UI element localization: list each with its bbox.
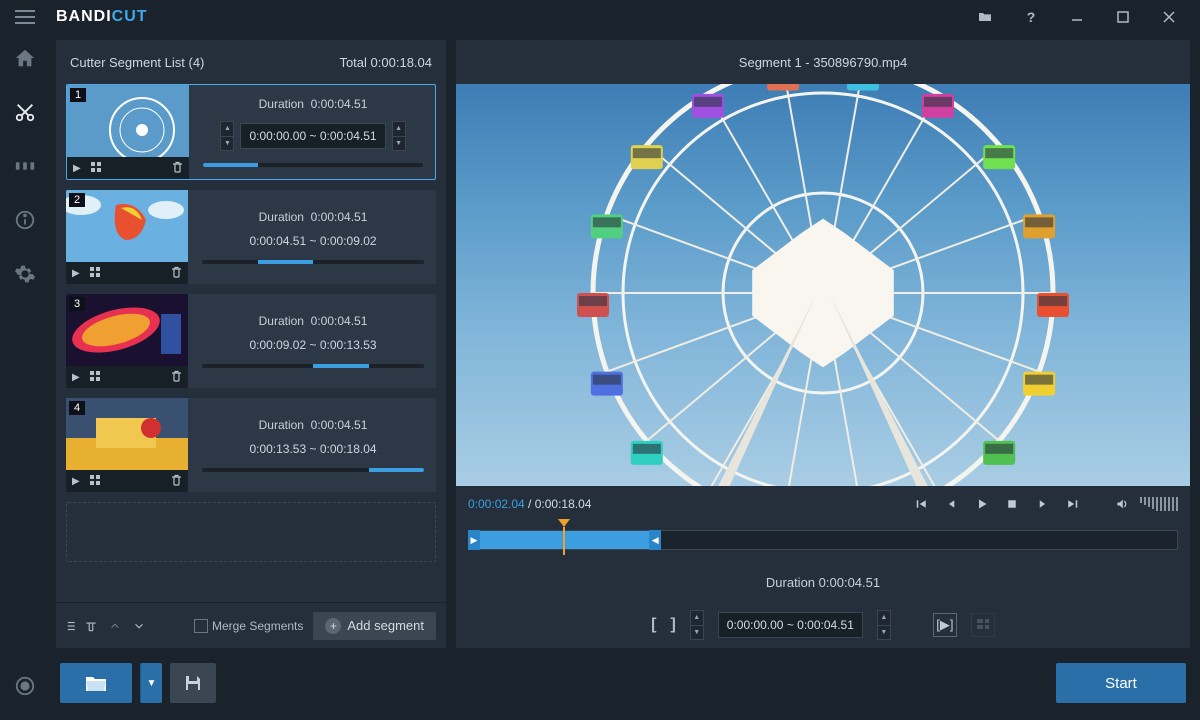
segment-item[interactable]: 2 ▶ Duration 0:00:04.51 0:00:04.51 ~ 0:0… xyxy=(66,190,436,284)
segment-item[interactable]: 1 ▶ Duration 0:00:04.51 ▲▼ 0:00:00.00 ~ … xyxy=(66,84,436,180)
maximize-button[interactable] xyxy=(1100,0,1146,34)
start-spinner[interactable]: ▲▼ xyxy=(690,610,704,640)
play-icon[interactable] xyxy=(970,492,994,516)
add-segment-button[interactable]: +Add segment xyxy=(313,612,436,640)
segment-play-icon[interactable]: ▶ xyxy=(72,476,80,487)
settings-icon[interactable] xyxy=(9,258,41,290)
open-file-button[interactable] xyxy=(60,663,132,703)
app-logo: BANDICUT xyxy=(56,8,148,26)
segment-position-bar xyxy=(202,260,424,264)
end-spinner[interactable]: ▲▼ xyxy=(877,610,891,640)
segment-grid-icon[interactable] xyxy=(91,162,101,175)
segment-list-title: Cutter Segment List (4) xyxy=(70,55,339,70)
volume-level[interactable] xyxy=(1140,497,1178,511)
home-icon[interactable] xyxy=(9,42,41,74)
open-dropdown-button[interactable]: ▼ xyxy=(140,663,162,703)
time-display: 0:00:02.04 / 0:00:18.04 xyxy=(468,497,591,511)
segment-grid-icon[interactable] xyxy=(90,371,100,384)
segment-position-bar xyxy=(202,364,424,368)
range-end-handle[interactable]: ◀ xyxy=(649,530,661,550)
close-button[interactable] xyxy=(1146,0,1192,34)
save-button[interactable] xyxy=(170,663,216,703)
segment-number: 1 xyxy=(70,88,86,102)
segment-delete-icon[interactable] xyxy=(171,474,182,489)
segment-position-bar xyxy=(203,163,423,167)
move-down-icon[interactable] xyxy=(132,619,146,633)
thumbnail-grid-icon[interactable] xyxy=(971,613,995,637)
segment-grid-icon[interactable] xyxy=(90,267,100,280)
seek-start-icon[interactable] xyxy=(910,492,934,516)
step-fwd-icon[interactable] xyxy=(1030,492,1054,516)
join-icon[interactable] xyxy=(9,150,41,182)
segment-thumbnail[interactable]: 4 xyxy=(66,398,188,470)
open-folder-icon[interactable] xyxy=(962,0,1008,34)
timeline[interactable]: ▶ ◀ xyxy=(456,522,1190,562)
segment-thumbnail[interactable]: 2 xyxy=(66,190,188,262)
empty-segment-slot[interactable] xyxy=(66,502,436,562)
merge-segments-checkbox[interactable]: Merge Segments xyxy=(194,619,303,633)
set-start-bracket[interactable]: [ xyxy=(651,616,656,634)
segment-play-icon[interactable]: ▶ xyxy=(72,372,80,383)
segment-delete-icon[interactable] xyxy=(172,161,183,176)
segment-thumbnail[interactable]: 1 xyxy=(67,85,189,157)
minimize-button[interactable] xyxy=(1054,0,1100,34)
seg-start-spinner[interactable]: ▲▼ xyxy=(220,121,234,151)
record-icon[interactable] xyxy=(9,670,41,702)
segment-play-icon[interactable]: ▶ xyxy=(72,268,80,279)
info-icon[interactable] xyxy=(9,204,41,236)
preview-duration: Duration 0:00:04.51 xyxy=(456,562,1190,602)
play-range-icon[interactable]: [▶] xyxy=(933,613,957,637)
cut-icon[interactable] xyxy=(9,96,41,128)
stop-icon[interactable] xyxy=(1000,492,1024,516)
total-label: Total 0:00:18.04 xyxy=(339,55,432,70)
segment-item[interactable]: 3 ▶ Duration 0:00:04.51 0:00:09.02 ~ 0:0… xyxy=(66,294,436,388)
start-button[interactable]: Start xyxy=(1056,663,1186,703)
list-menu-icon[interactable] xyxy=(66,619,98,633)
segment-item[interactable]: 4 ▶ Duration 0:00:04.51 0:00:13.53 ~ 0:0… xyxy=(66,398,436,492)
segment-position-bar xyxy=(202,468,424,472)
segment-grid-icon[interactable] xyxy=(90,475,100,488)
segment-number: 2 xyxy=(69,193,85,207)
segment-thumbnail[interactable]: 3 xyxy=(66,294,188,366)
segment-delete-icon[interactable] xyxy=(171,266,182,281)
video-preview[interactable] xyxy=(456,84,1190,486)
set-end-bracket[interactable]: ] xyxy=(670,616,675,634)
volume-icon[interactable] xyxy=(1110,492,1134,516)
seg-end-spinner[interactable]: ▲▼ xyxy=(392,121,406,151)
segment-number: 3 xyxy=(69,297,85,311)
segment-play-icon[interactable]: ▶ xyxy=(73,163,81,174)
preview-title: Segment 1 - 350896790.mp4 xyxy=(456,40,1190,84)
playhead[interactable] xyxy=(558,519,570,555)
step-back-icon[interactable] xyxy=(940,492,964,516)
help-button[interactable]: ? xyxy=(1008,0,1054,34)
preview-range: 0:00:00.00 ~ 0:00:04.51 xyxy=(718,612,863,638)
segment-delete-icon[interactable] xyxy=(171,370,182,385)
seek-end-icon[interactable] xyxy=(1060,492,1084,516)
seg-range-value: 0:00:00.00 ~ 0:00:04.51 xyxy=(240,123,385,149)
menu-button[interactable] xyxy=(0,0,50,34)
segment-number: 4 xyxy=(69,401,85,415)
range-start-handle[interactable]: ▶ xyxy=(468,530,480,550)
move-up-icon[interactable] xyxy=(108,619,122,633)
